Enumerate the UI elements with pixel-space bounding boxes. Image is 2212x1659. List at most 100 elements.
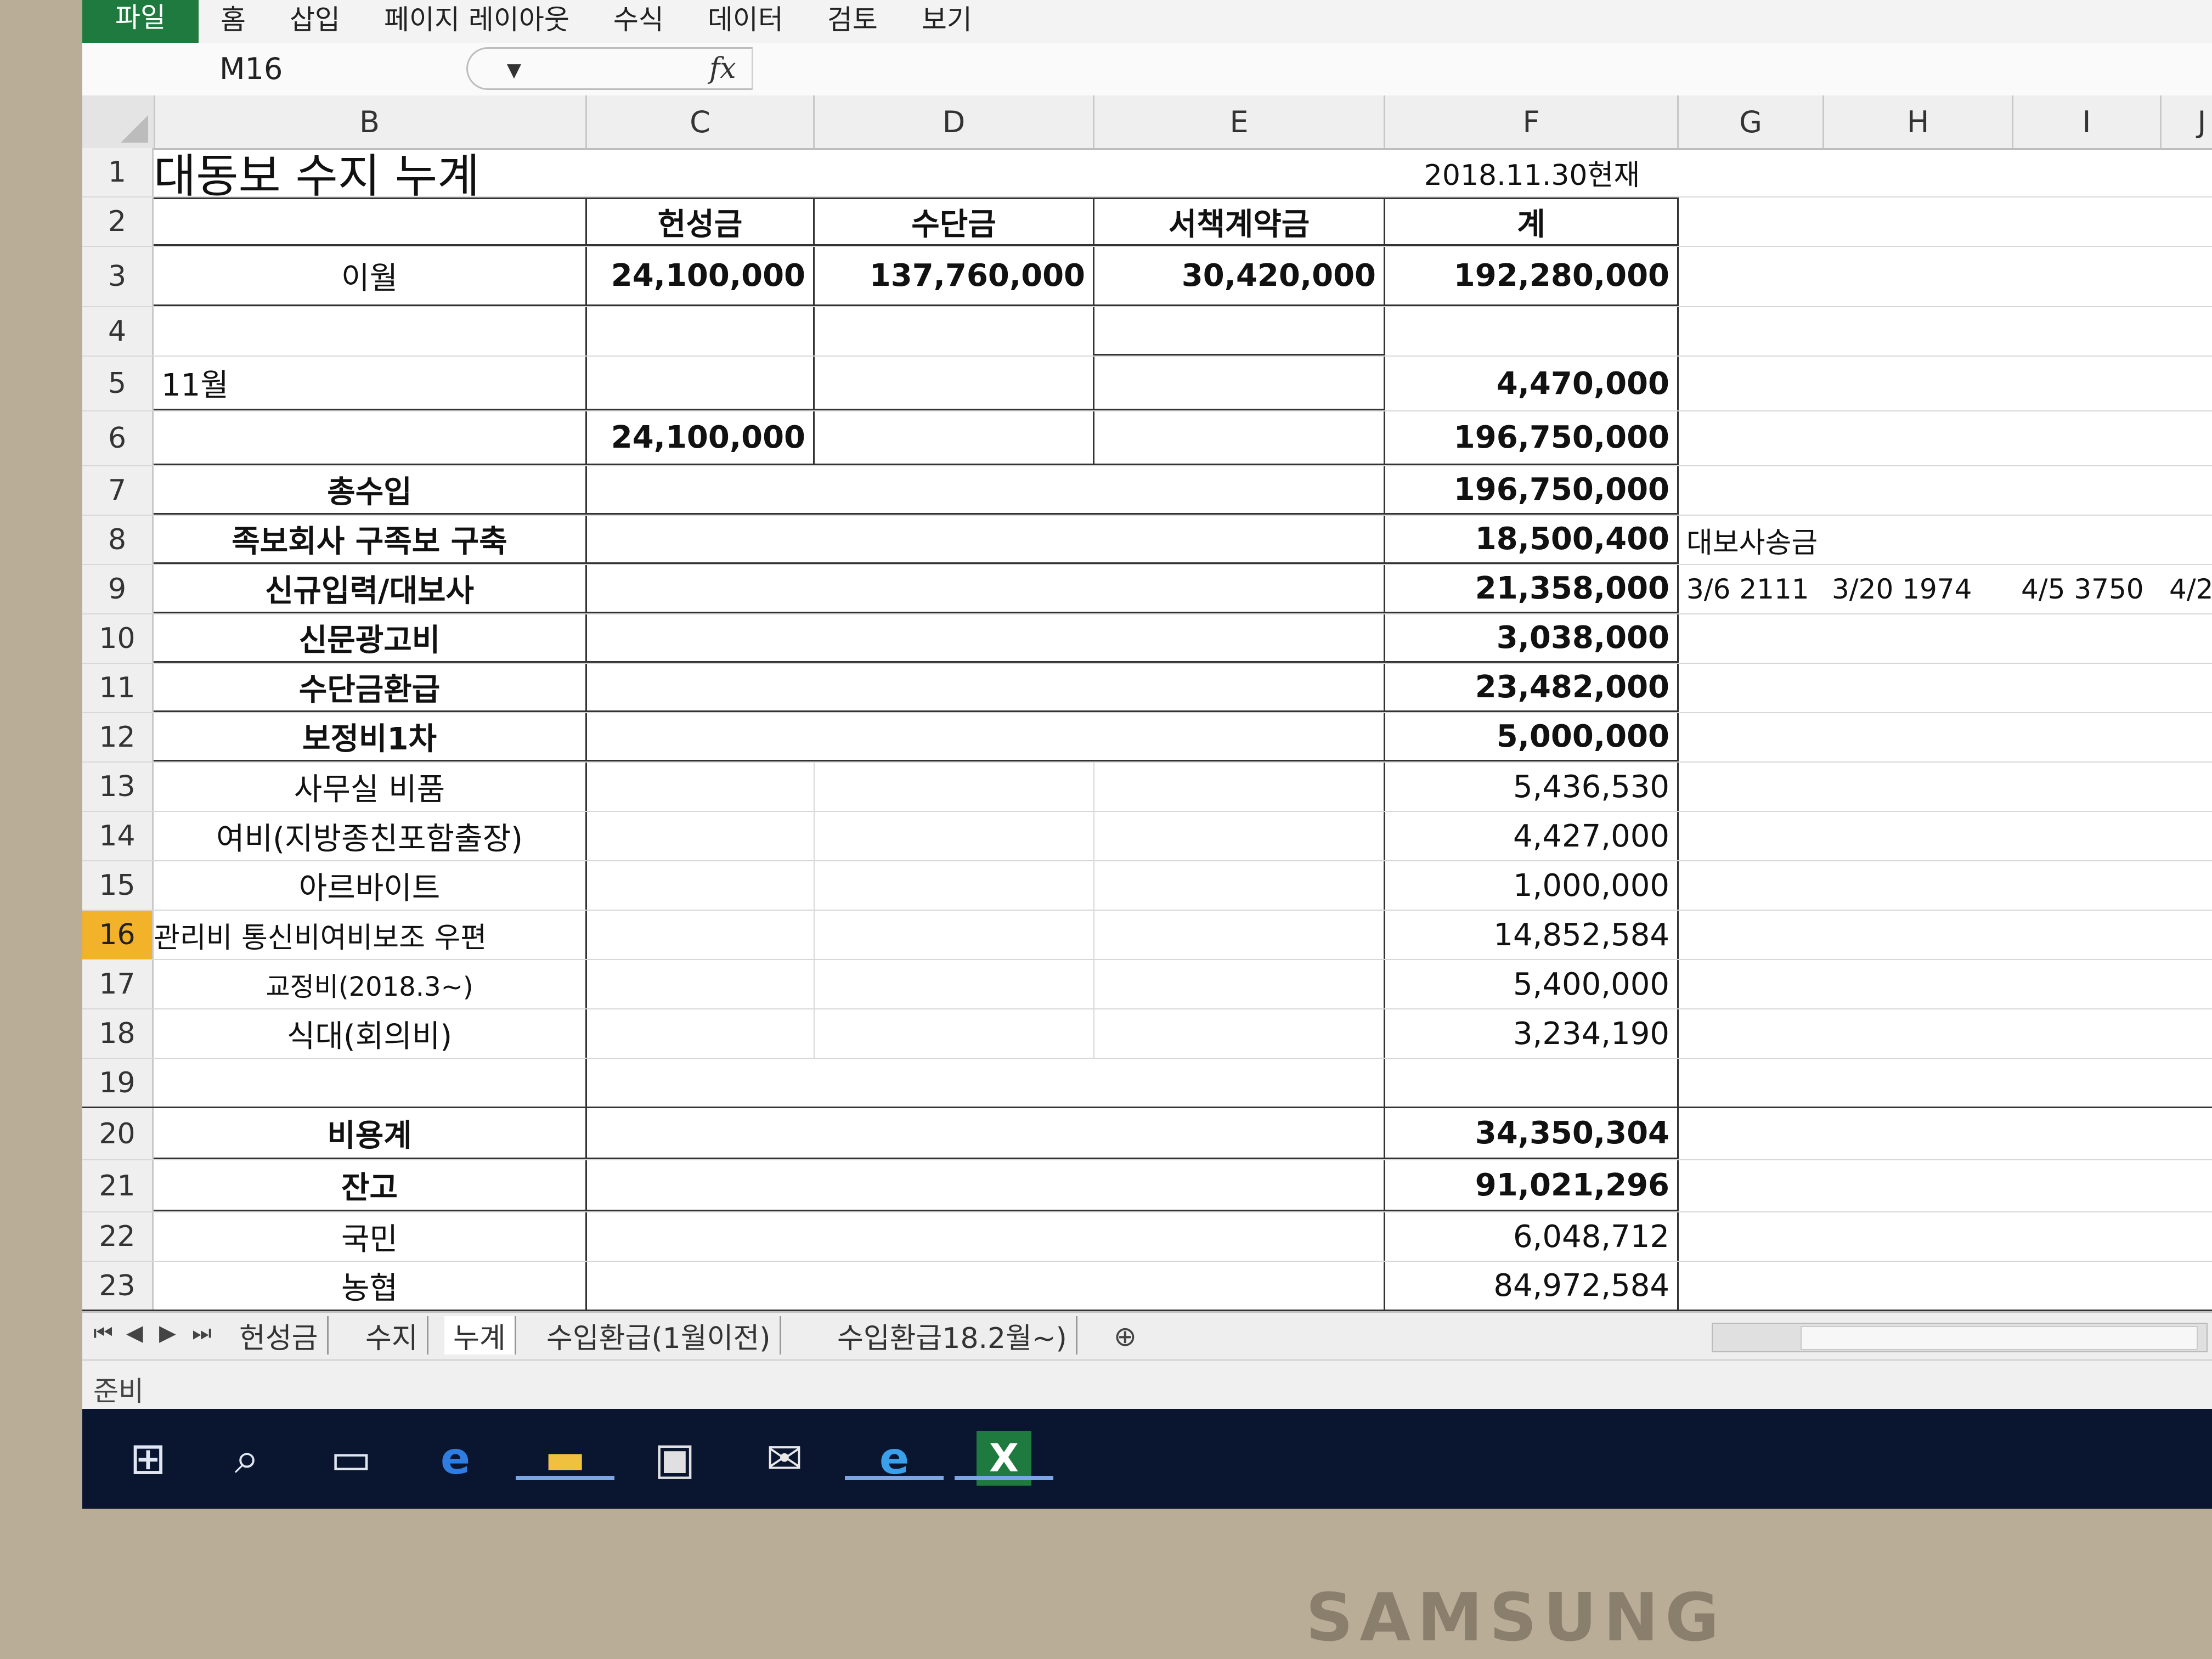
cell-c11-e11[interactable] — [587, 664, 1385, 712]
cell-c14[interactable] — [587, 812, 815, 860]
cell-d18[interactable] — [815, 1009, 1094, 1058]
tab-data[interactable]: 데이터 — [686, 0, 805, 43]
cell-c8-e8[interactable] — [587, 516, 1385, 564]
row-header[interactable]: 22 — [82, 1212, 154, 1261]
cell-b14[interactable]: 여비(지방종친포함출장) — [154, 812, 587, 860]
tab-view[interactable]: 보기 — [900, 0, 994, 43]
edge-icon[interactable]: e — [428, 1431, 483, 1486]
cell-b23[interactable]: 농협 — [154, 1262, 587, 1310]
cell-b15[interactable]: 아르바이트 — [154, 861, 587, 910]
cell-f23[interactable]: 84,972,584 — [1385, 1262, 1679, 1310]
cell-c7-e7[interactable] — [587, 466, 1385, 515]
cell-c22-e22[interactable] — [587, 1212, 1385, 1261]
cell-f22[interactable]: 6,048,712 — [1385, 1212, 1679, 1261]
cell-b10[interactable]: 신문광고비 — [154, 614, 587, 663]
cell-f17[interactable]: 5,400,000 — [1385, 960, 1679, 1008]
select-all-button[interactable] — [82, 95, 155, 148]
row-header[interactable]: 1 — [82, 148, 154, 196]
cell-e4[interactable] — [1094, 307, 1385, 356]
cell-e15[interactable] — [1094, 861, 1385, 910]
cell-b19[interactable] — [154, 1059, 587, 1107]
cell-f2[interactable]: 계 — [1385, 198, 1679, 246]
cell-f3[interactable]: 192,280,000 — [1385, 247, 1679, 306]
row-header[interactable]: 23 — [82, 1262, 154, 1310]
sheet-tab-donations[interactable]: 헌성금 — [230, 1316, 329, 1355]
cell-f8[interactable]: 18,500,400 — [1385, 516, 1679, 564]
row-header[interactable]: 20 — [82, 1108, 154, 1159]
cell-c6[interactable]: 24,100,000 — [587, 411, 815, 465]
cell-i9[interactable]: 4/5 3750 — [2013, 565, 2162, 613]
row-header[interactable]: 4 — [82, 307, 154, 356]
row-header[interactable]: 12 — [82, 713, 154, 761]
cell-b16[interactable]: 관리비 통신비여비보조 우편 — [154, 911, 587, 959]
sheet-tab-balance[interactable]: 수지 — [357, 1316, 428, 1355]
cell-c5[interactable] — [587, 357, 815, 410]
cell-b22[interactable]: 국민 — [154, 1212, 587, 1261]
cell-f15[interactable]: 1,000,000 — [1385, 861, 1679, 910]
cell-b18[interactable]: 식대(회의비) — [154, 1009, 587, 1058]
tab-home[interactable]: 홈 — [199, 0, 268, 43]
cell-e16[interactable] — [1094, 911, 1385, 959]
cell-b9[interactable]: 신규입력/대보사 — [154, 565, 587, 613]
file-explorer-icon[interactable]: ▬ — [516, 1431, 614, 1486]
row-header[interactable]: 17 — [82, 960, 154, 1008]
date-cell[interactable]: 2018.11.30현재 — [1385, 148, 1679, 196]
cell-c20-e20[interactable] — [587, 1108, 1385, 1159]
row-header[interactable]: 14 — [82, 812, 154, 860]
cell-c13[interactable] — [587, 763, 815, 811]
row-header[interactable]: 3 — [82, 247, 154, 306]
row-header[interactable]: 2 — [82, 198, 154, 246]
cell-d17[interactable] — [815, 960, 1094, 1008]
row-header[interactable]: 15 — [82, 861, 154, 910]
cell-f11[interactable]: 23,482,000 — [1385, 664, 1679, 712]
cell-f16[interactable]: 14,852,584 — [1385, 911, 1679, 959]
sheet-tab-refund-feb18[interactable]: 수입환급18.2월~) — [828, 1316, 1077, 1355]
cell-b3[interactable]: 이월 — [154, 247, 587, 306]
cell-f5[interactable]: 4,470,000 — [1385, 357, 1679, 410]
cell-c4[interactable] — [587, 307, 815, 356]
sheet-tab-cumulative[interactable]: 누계 — [444, 1316, 516, 1355]
row-header[interactable]: 10 — [82, 614, 154, 663]
row-header[interactable]: 6 — [82, 411, 154, 465]
cell-d4[interactable] — [815, 307, 1094, 356]
cell-b7[interactable]: 총수입 — [154, 466, 587, 515]
cell-f20[interactable]: 34,350,304 — [1385, 1108, 1679, 1159]
cell-c15[interactable] — [587, 861, 815, 910]
row-header[interactable]: 9 — [82, 565, 154, 613]
tab-formulas[interactable]: 수식 — [591, 0, 686, 43]
store-icon[interactable]: ▣ — [647, 1431, 702, 1486]
column-header-c[interactable]: C — [587, 95, 815, 148]
cell-b12[interactable]: 보정비1차 — [154, 713, 587, 761]
column-header-h[interactable]: H — [1824, 95, 2013, 148]
cell-d13[interactable] — [815, 763, 1094, 811]
search-icon[interactable]: ⌕ — [219, 1431, 274, 1486]
cell-d6[interactable] — [815, 411, 1094, 465]
cell-f9[interactable]: 21,358,000 — [1385, 565, 1679, 613]
task-view-icon[interactable]: ▭ — [324, 1431, 379, 1486]
tab-review[interactable]: 검토 — [805, 0, 900, 43]
cell-d14[interactable] — [815, 812, 1094, 860]
column-header-g[interactable]: G — [1679, 95, 1824, 148]
horizontal-scrollbar[interactable] — [1712, 1323, 2208, 1352]
cell-e5[interactable] — [1094, 357, 1385, 410]
column-header-e[interactable]: E — [1094, 95, 1385, 148]
cell-d15[interactable] — [815, 861, 1094, 910]
tab-page-layout[interactable]: 페이지 레이아웃 — [362, 0, 591, 43]
new-sheet-icon[interactable]: ⊕ — [1114, 1321, 1137, 1352]
cell-f7[interactable]: 196,750,000 — [1385, 466, 1679, 515]
cell-d2[interactable]: 수단금 — [815, 198, 1094, 246]
function-icon[interactable]: fx — [709, 52, 736, 85]
cell-c19-e19[interactable] — [587, 1059, 1385, 1107]
cell-b4[interactable] — [154, 307, 587, 356]
cell-b17[interactable]: 교정비(2018.3~) — [154, 960, 587, 1008]
cell-b13[interactable]: 사무실 비품 — [154, 763, 587, 811]
cell-c21-e21[interactable] — [587, 1160, 1385, 1211]
row-header[interactable]: 11 — [82, 664, 154, 712]
cell-f19[interactable] — [1385, 1059, 1679, 1107]
next-sheet-icon[interactable]: ▶ — [159, 1321, 176, 1346]
cell-d5[interactable] — [815, 357, 1094, 410]
internet-explorer-icon[interactable]: e — [845, 1431, 944, 1486]
cell-b5[interactable]: 11월 — [154, 357, 587, 410]
last-sheet-icon[interactable]: ⏭ — [192, 1321, 212, 1346]
cell-f21[interactable]: 91,021,296 — [1385, 1160, 1679, 1211]
